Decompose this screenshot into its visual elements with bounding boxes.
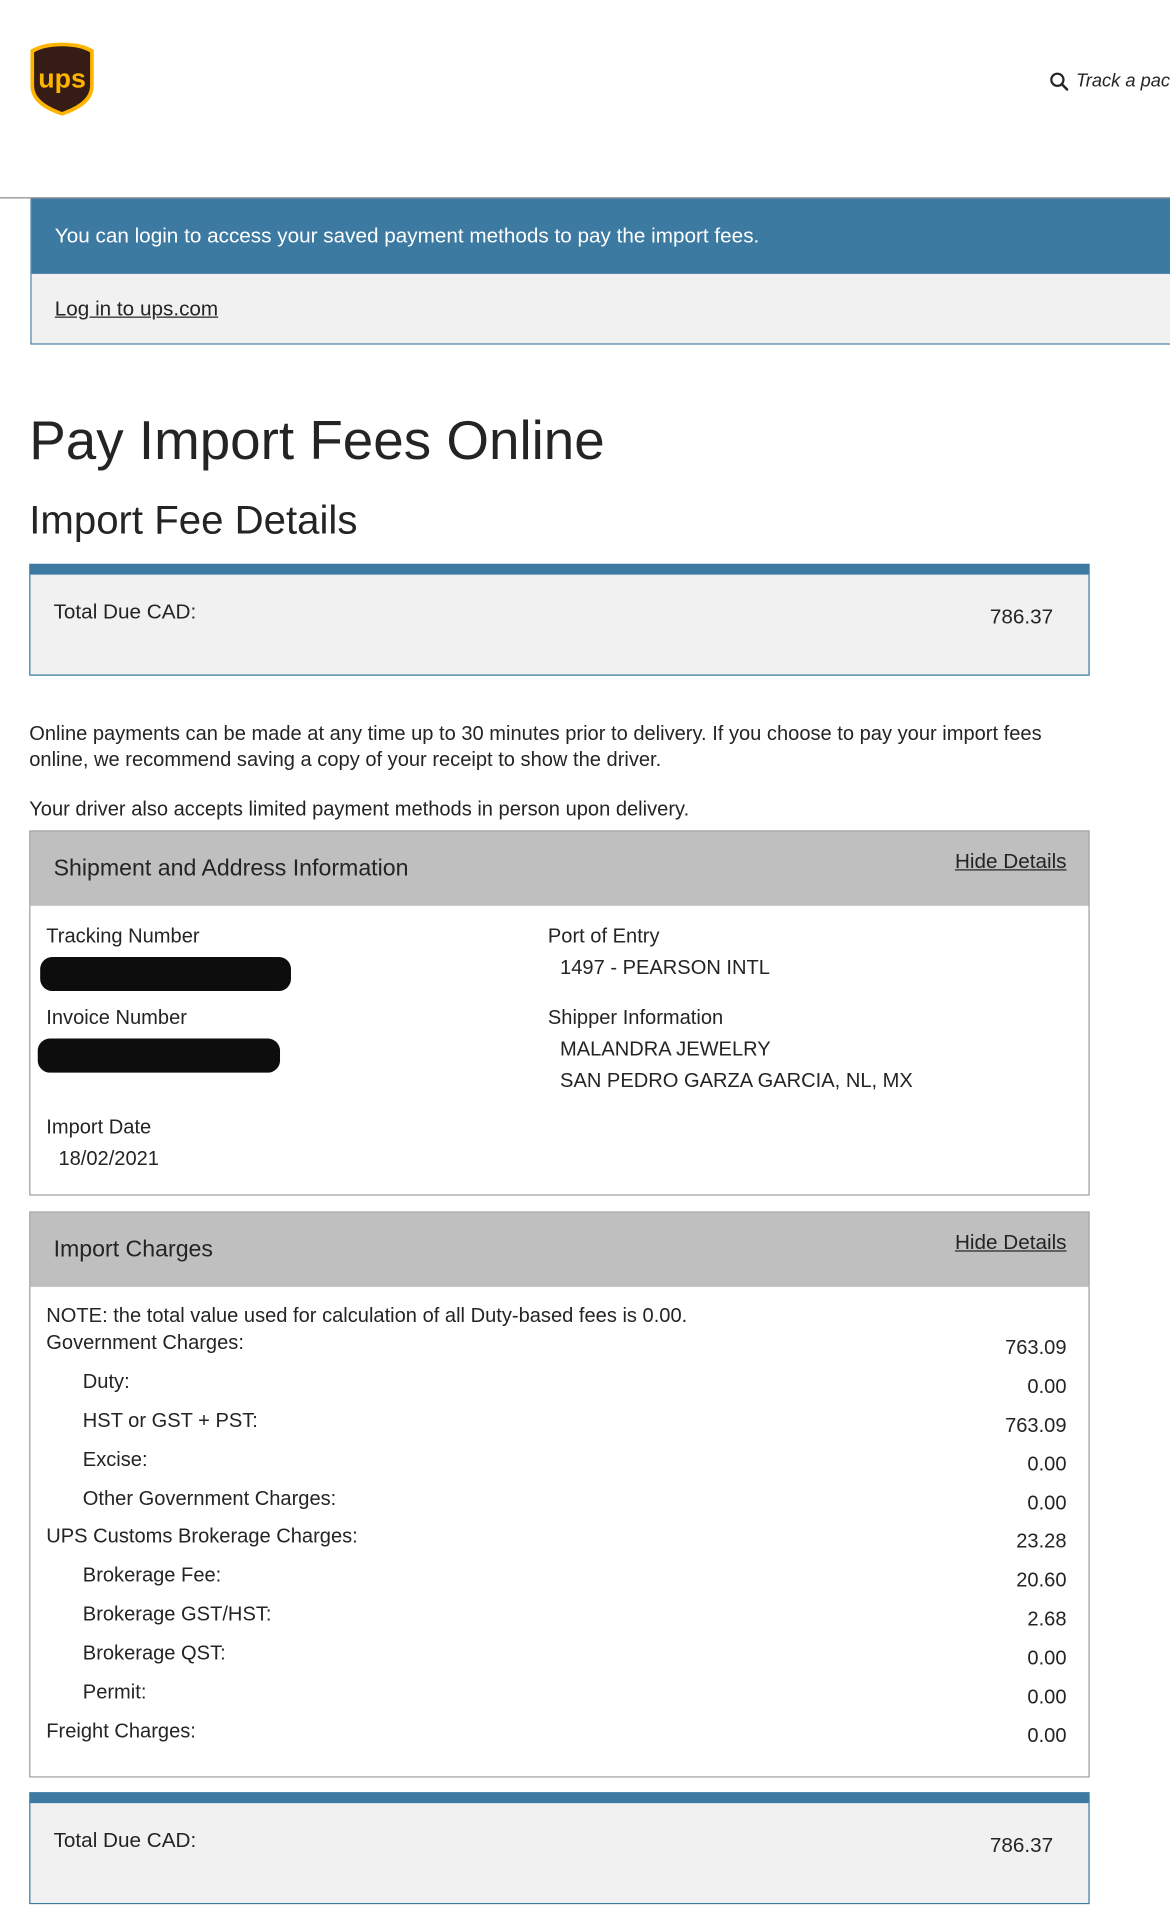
track-package-label: Track a pac	[1075, 70, 1170, 92]
brokerage-qst-row: Brokerage QST: 0.00	[46, 1642, 1067, 1682]
shipper-name: MALANDRA JEWELRY	[560, 1038, 771, 1061]
duty-row: Duty: 0.00	[46, 1370, 1067, 1410]
charge-value: 20.60	[1016, 1569, 1067, 1592]
ups-brokerage-charges-row: UPS Customs Brokerage Charges: 23.28	[46, 1526, 1066, 1565]
ups-logo[interactable]: ups	[29, 41, 95, 116]
login-message: You can login to access your saved payme…	[31, 198, 1170, 274]
shipment-panel-header: Shipment and Address Information Hide De…	[30, 831, 1089, 906]
brokerage-gst-hst-row: Brokerage GST/HST: 2.68	[46, 1603, 1067, 1643]
import-charges-panel: Import Charges Hide Details NOTE: the to…	[29, 1211, 1090, 1778]
charge-value: 0.00	[1027, 1453, 1067, 1476]
total-due-value: 786.37	[989, 605, 1054, 629]
total-due-label: Total Due CAD:	[53, 600, 197, 624]
government-charges-row: Government Charges: 763.09	[46, 1332, 1066, 1371]
charge-value: 763.09	[1005, 1336, 1067, 1359]
payment-info-paragraph: Online payments can be made at any time …	[29, 723, 1042, 771]
charge-label: Brokerage GST/HST:	[82, 1603, 272, 1626]
shipper-information-field: Shipper Information MALANDRA JEWELRY SAN…	[548, 1002, 913, 1097]
section-title: Import Fee Details	[29, 496, 358, 542]
svg-text:ups: ups	[38, 64, 86, 94]
charge-value: 763.09	[1005, 1414, 1067, 1437]
shipment-panel-title: Shipment and Address Information	[53, 855, 409, 882]
total-due-label: Total Due CAD:	[53, 1828, 197, 1852]
login-link-bar: Log in to ups.com	[31, 273, 1170, 344]
login-banner: You can login to access your saved payme…	[30, 198, 1170, 345]
other-government-charges-row: Other Government Charges: 0.00	[46, 1487, 1067, 1526]
excise-row: Excise: 0.00	[46, 1448, 1067, 1487]
total-due-value: 786.37	[989, 1833, 1054, 1857]
freight-charges-row: Freight Charges: 0.00	[46, 1720, 1066, 1759]
charge-value: 0.00	[1027, 1725, 1067, 1747]
charge-value: 0.00	[1027, 1375, 1067, 1398]
invoice-number-field: Invoice Number	[46, 1002, 187, 1034]
charge-value: 0.00	[1027, 1647, 1067, 1670]
total-due-box-top: Total Due CAD: 786.37	[29, 563, 1090, 676]
charge-label: Other Government Charges:	[82, 1487, 337, 1510]
charge-label: Permit:	[82, 1681, 147, 1704]
import-date-field: Import Date 18/02/2021	[46, 1112, 159, 1175]
login-link[interactable]: Log in to ups.com	[55, 297, 218, 320]
driver-info-paragraph: Your driver also accepts limited payment…	[29, 798, 690, 821]
total-due-box-bottom: Total Due CAD: 786.37	[29, 1792, 1090, 1905]
page-content: ups Track a pac You can login to access …	[0, 0, 1170, 1907]
port-of-entry-field: Port of Entry 1497 - PEARSON INTL	[548, 920, 770, 983]
import-date-label: Import Date	[46, 1116, 152, 1139]
hst-gst-pst-row: HST or GST + PST: 763.09	[46, 1409, 1067, 1449]
import-charges-panel-title: Import Charges	[53, 1236, 214, 1263]
charge-value: 0.00	[1027, 1686, 1067, 1709]
shipment-panel: Shipment and Address Information Hide De…	[29, 830, 1090, 1196]
invoice-number-label: Invoice Number	[46, 1006, 187, 1029]
import-charges-panel-header: Import Charges Hide Details	[30, 1212, 1089, 1287]
tracking-number-redaction	[40, 956, 291, 992]
charge-value: 0.00	[1027, 1492, 1067, 1515]
import-date-value: 18/02/2021	[58, 1148, 159, 1171]
page: ups Track a pac You can login to access …	[0, 0, 1170, 1910]
charge-value: 23.28	[1016, 1530, 1067, 1553]
charge-label: Government Charges:	[46, 1331, 244, 1354]
charge-label: Excise:	[82, 1448, 148, 1471]
track-package-link[interactable]: Track a pac	[1049, 70, 1170, 92]
search-icon	[1049, 71, 1069, 91]
page-title: Pay Import Fees Online	[29, 409, 605, 472]
brokerage-fee-row: Brokerage Fee: 20.60	[46, 1564, 1067, 1604]
charge-value: 2.68	[1027, 1608, 1067, 1631]
invoice-number-redaction	[37, 1038, 281, 1073]
duty-note: NOTE: the total value used for calculati…	[46, 1305, 688, 1328]
shipper-location: SAN PEDRO GARZA GARCIA, NL, MX	[560, 1070, 913, 1093]
charges-list: NOTE: the total value used for calculati…	[46, 1300, 1066, 1759]
ups-shield-icon: ups	[30, 42, 94, 116]
charge-label: Brokerage QST:	[82, 1642, 226, 1665]
charge-label: Freight Charges:	[46, 1720, 196, 1743]
tracking-number-field: Tracking Number	[46, 920, 199, 952]
site-header: ups Track a pac	[0, 0, 1170, 199]
port-of-entry-value: 1497 - PEARSON INTL	[560, 956, 770, 979]
charge-label: Duty:	[82, 1370, 130, 1393]
charge-label: HST or GST + PST:	[82, 1409, 258, 1432]
shipment-hide-details-link[interactable]: Hide Details	[955, 850, 1067, 874]
charge-label: UPS Customs Brokerage Charges:	[46, 1526, 358, 1548]
shipper-information-label: Shipper Information	[547, 1006, 724, 1029]
charges-hide-details-link[interactable]: Hide Details	[955, 1231, 1067, 1255]
charge-label: Brokerage Fee:	[82, 1564, 222, 1587]
tracking-number-label: Tracking Number	[46, 925, 200, 948]
permit-row: Permit: 0.00	[46, 1681, 1067, 1720]
port-of-entry-label: Port of Entry	[547, 925, 660, 948]
